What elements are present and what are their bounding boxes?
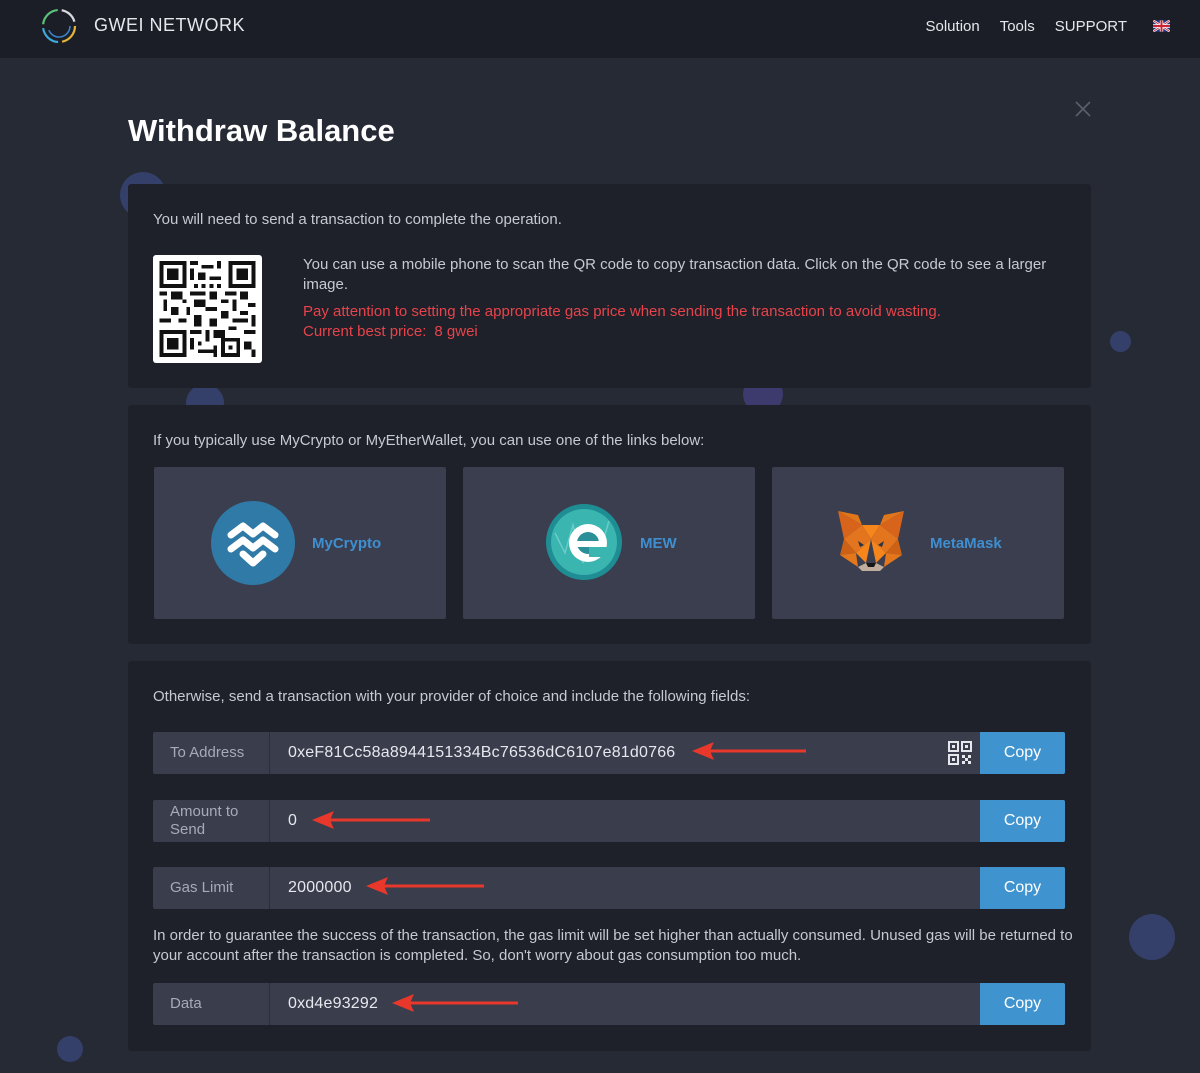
best-price-line: Current best price: 8 gwei xyxy=(303,322,1063,342)
gwei-logo-icon[interactable] xyxy=(40,7,78,45)
background-dot xyxy=(57,1036,83,1062)
copy-gas-limit-button[interactable]: Copy xyxy=(980,867,1065,909)
data-label: Data xyxy=(153,983,270,1025)
gas-limit-label: Gas Limit xyxy=(153,867,270,909)
wallet-links-panel: If you typically use MyCrypto or MyEther… xyxy=(128,405,1091,644)
best-price-label: Current best price: xyxy=(303,323,427,340)
annotation-arrow-icon xyxy=(392,994,518,1012)
nav-solution[interactable]: Solution xyxy=(926,18,980,35)
gas-limit-value[interactable]: 2000000 xyxy=(288,867,352,909)
transaction-fields-panel: Otherwise, send a transaction with your … xyxy=(128,661,1091,1051)
amount-to-send-value[interactable]: 0 xyxy=(288,800,297,842)
fields-intro-text: Otherwise, send a transaction with your … xyxy=(153,688,750,705)
amount-to-send-field: Amount to Send 0 Copy xyxy=(153,800,1065,842)
gas-price-warning: Pay attention to setting the appropriate… xyxy=(303,302,1063,342)
background-dot xyxy=(1129,914,1175,960)
close-icon[interactable] xyxy=(1074,100,1092,118)
qr-code-button-icon[interactable] xyxy=(947,740,973,766)
wallets-intro-text: If you typically use MyCrypto or MyEther… xyxy=(153,432,705,449)
annotation-arrow-icon xyxy=(312,811,430,829)
intro-text: You will need to send a transaction to c… xyxy=(153,211,562,228)
copy-data-button[interactable]: Copy xyxy=(980,983,1065,1025)
page-title: Withdraw Balance xyxy=(128,113,395,148)
mew-logo-icon xyxy=(546,504,622,580)
main-nav: Solution Tools SUPPORT xyxy=(926,0,1200,52)
metamask-label: MetaMask xyxy=(930,535,1002,552)
mycrypto-logo-icon xyxy=(211,501,295,585)
mew-label: MEW xyxy=(640,535,677,552)
gas-limit-field: Gas Limit 2000000 Copy xyxy=(153,867,1065,909)
mew-link-button[interactable]: MEW xyxy=(463,467,755,619)
nav-support[interactable]: SUPPORT xyxy=(1055,18,1127,35)
gas-limit-note: In order to guarantee the success of the… xyxy=(153,927,1073,964)
transaction-intro-panel: You will need to send a transaction to c… xyxy=(128,184,1091,388)
mycrypto-link-button[interactable]: MyCrypto xyxy=(154,467,446,619)
nav-tools[interactable]: Tools xyxy=(1000,18,1035,35)
data-field: Data 0xd4e93292 Copy xyxy=(153,983,1065,1025)
metamask-fox-icon xyxy=(838,511,904,571)
brand-name[interactable]: GWEI NETWORK xyxy=(94,15,245,36)
gas-warning-text: Pay attention to setting the appropriate… xyxy=(303,303,941,320)
annotation-arrow-icon xyxy=(692,742,806,760)
transaction-qr-code[interactable] xyxy=(153,255,262,363)
top-navigation-bar: GWEI NETWORK Solution Tools SUPPORT xyxy=(0,0,1200,58)
data-value[interactable]: 0xd4e93292 xyxy=(288,983,378,1025)
amount-to-send-label: Amount to Send xyxy=(153,800,270,842)
to-address-label: To Address xyxy=(153,732,270,774)
best-price-value: 8 gwei xyxy=(434,323,478,340)
to-address-field: To Address 0xeF81Cc58a8944151334Bc76536d… xyxy=(153,732,1065,774)
copy-to-address-button[interactable]: Copy xyxy=(980,732,1065,774)
uk-flag-icon[interactable] xyxy=(1153,20,1170,32)
metamask-link-button[interactable]: MetaMask xyxy=(772,467,1064,619)
mycrypto-label: MyCrypto xyxy=(312,535,382,552)
background-dot xyxy=(1110,331,1131,352)
copy-amount-button[interactable]: Copy xyxy=(980,800,1065,842)
to-address-value[interactable]: 0xeF81Cc58a8944151334Bc76536dC6107e81d07… xyxy=(288,732,675,774)
qr-code-icon xyxy=(159,261,256,357)
annotation-arrow-icon xyxy=(366,877,484,895)
qr-info-text: You can use a mobile phone to scan the Q… xyxy=(303,256,1047,293)
